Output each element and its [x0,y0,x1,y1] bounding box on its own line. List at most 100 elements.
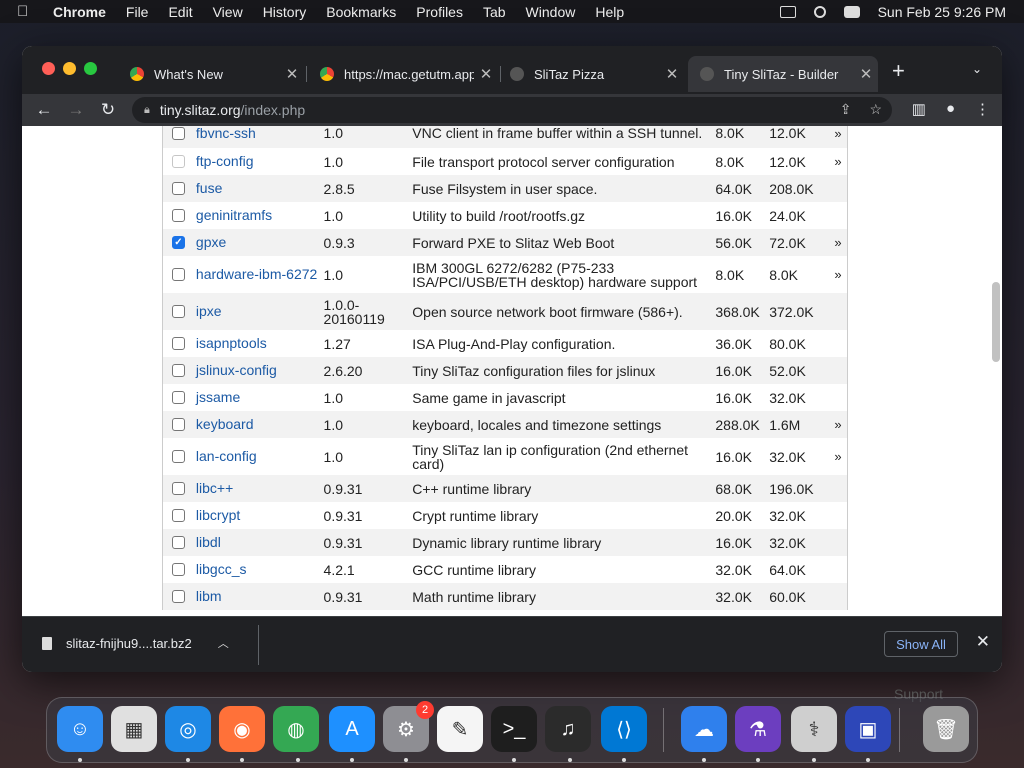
firefox-icon[interactable]: ◉ [219,706,265,752]
package-name-link[interactable]: gpxe [194,235,324,249]
package-name-link[interactable]: hardware-ibm-6272 [194,267,324,281]
package-name-link[interactable]: lan-config [194,449,324,463]
close-tab-icon[interactable]: ✕ [854,65,878,83]
reload-icon[interactable]: ↻ [92,100,124,120]
chrome-icon[interactable]: ◍ [273,706,319,752]
zoom-window-button[interactable] [84,62,97,75]
terminal-icon[interactable]: >_ [491,706,537,752]
lock-icon[interactable]: 🔒︎ [144,104,150,117]
package-checkbox[interactable] [171,126,185,140]
package-checkbox[interactable]: ✓ [171,236,185,249]
package-checkbox[interactable] [171,182,185,195]
garageband-icon[interactable]: ♫ [545,706,591,752]
close-tab-icon[interactable]: ✕ [474,65,498,83]
package-size: 36.0K [715,335,752,352]
close-window-button[interactable] [42,62,55,75]
utm-icon[interactable]: ▣ [845,706,891,752]
package-name-link[interactable]: ftp-config [194,154,324,168]
package-checkbox[interactable] [171,364,185,377]
side-panel-icon[interactable]: ▥ [912,100,926,118]
menu-help[interactable]: Help [595,4,624,20]
package-checkbox[interactable] [171,418,185,431]
close-tab-icon[interactable]: ✕ [280,65,304,83]
minimize-window-button[interactable] [63,62,76,75]
trash-icon[interactable]: 🗑︎ [923,706,969,752]
package-checkbox[interactable] [171,305,185,318]
menu-profiles[interactable]: Profiles [416,4,463,20]
chevron-up-icon[interactable]: ︿ [218,635,229,651]
package-name-link[interactable]: fbvnc-ssh [194,126,324,140]
tab-slitaz-pizza[interactable]: SliTaz Pizza ✕ [498,56,684,92]
system-settings-icon[interactable]: ⚙ 2 [383,701,434,752]
launchpad-icon[interactable]: ▦ [111,706,157,752]
package-checkbox[interactable] [171,590,185,603]
tab-whats-new[interactable]: What's New ✕ [118,56,304,92]
spotlight-search-icon[interactable] [813,5,826,18]
weather-icon[interactable]: ☁ [681,706,727,752]
package-checkbox[interactable] [171,536,185,549]
package-checkbox[interactable] [171,391,185,404]
chrome-menu-icon[interactable]: ⋮ [975,100,990,118]
menu-app-chrome[interactable]: Chrome [53,4,106,20]
menu-view[interactable]: View [213,4,243,20]
package-name-link[interactable]: keyboard [194,417,324,431]
menu-history[interactable]: History [263,4,307,20]
finder-icon[interactable]: ☺ [57,706,103,752]
package-checkbox[interactable] [171,268,185,281]
share-icon[interactable]: ⇪ [840,101,852,118]
package-checkbox[interactable] [171,337,185,350]
show-all-button[interactable]: Show All [884,631,958,657]
forward-arrow-icon[interactable]: → [60,100,92,120]
package-name-link[interactable]: fuse [194,181,324,195]
package-checkbox[interactable] [171,509,185,522]
tab-tiny-slitaz-builder[interactable]: Tiny SliTaz - Builder ✕ [688,56,878,92]
page-scrollbar[interactable] [992,282,1000,362]
package-name-link[interactable]: ipxe [194,304,324,318]
app-store-icon[interactable]: A [329,706,375,752]
safari-icon[interactable]: ◎ [165,706,211,752]
screen-mirroring-icon[interactable] [779,5,796,18]
package-checkbox[interactable] [171,482,185,495]
package-more-link[interactable]: » [829,449,847,464]
package-name-link[interactable]: libcrypt [194,508,324,522]
menu-window[interactable]: Window [526,4,576,20]
bookmark-star-icon[interactable]: ☆ [869,101,882,118]
apple-menu-icon[interactable]:  [17,3,37,20]
xcode-icon[interactable]: ⚗ [735,706,781,752]
package-checkbox[interactable] [171,450,185,463]
package-name-link[interactable]: libdl [194,535,324,549]
close-tab-icon[interactable]: ✕ [660,65,684,83]
tab-getutm[interactable]: https://mac.getutm.app ✕ [308,56,498,92]
control-center-icon[interactable] [843,5,860,18]
package-name-link[interactable]: libc++ [194,481,324,495]
package-more-link[interactable]: » [829,417,847,432]
package-more-link[interactable]: » [829,267,847,282]
package-name-link[interactable]: isapnptools [194,336,324,350]
package-name-link[interactable]: libm [194,589,324,603]
package-name-link[interactable]: jssame [194,390,324,404]
package-name-link[interactable]: geninitramfs [194,208,324,222]
package-checkbox[interactable] [171,155,185,168]
address-bar[interactable]: 🔒︎ tiny.slitaz.org/index.php ⇪ ☆ [132,97,892,123]
menu-file[interactable]: File [126,4,149,20]
new-tab-button[interactable]: + [892,58,905,84]
package-name-link[interactable]: jslinux-config [194,363,324,377]
disk-utility-icon[interactable]: ⚕ [791,706,837,752]
textedit-icon[interactable]: ✎ [437,706,483,752]
package-more-link[interactable]: » [829,126,847,141]
menu-edit[interactable]: Edit [168,4,192,20]
menu-bookmarks[interactable]: Bookmarks [326,4,396,20]
back-arrow-icon[interactable]: ← [28,100,60,120]
menu-tab[interactable]: Tab [483,4,506,20]
package-more-link[interactable]: » [829,154,847,169]
package-checkbox[interactable] [171,209,185,222]
package-checkbox[interactable] [171,563,185,576]
package-more-link[interactable]: » [829,235,847,250]
vscode-icon[interactable]: ⟨⟩ [601,706,647,752]
close-download-bar-icon[interactable]: ✕ [976,632,990,652]
download-item[interactable]: slitaz-fnijhu9....tar.bz2 ︿ [42,635,229,651]
tab-search-chevron-icon[interactable]: ⌄ [972,62,982,76]
menubar-clock[interactable]: Sun Feb 25 9:26 PM [878,4,1006,20]
package-name-link[interactable]: libgcc_s [194,562,324,576]
profile-avatar-icon[interactable]: ● [946,100,955,118]
